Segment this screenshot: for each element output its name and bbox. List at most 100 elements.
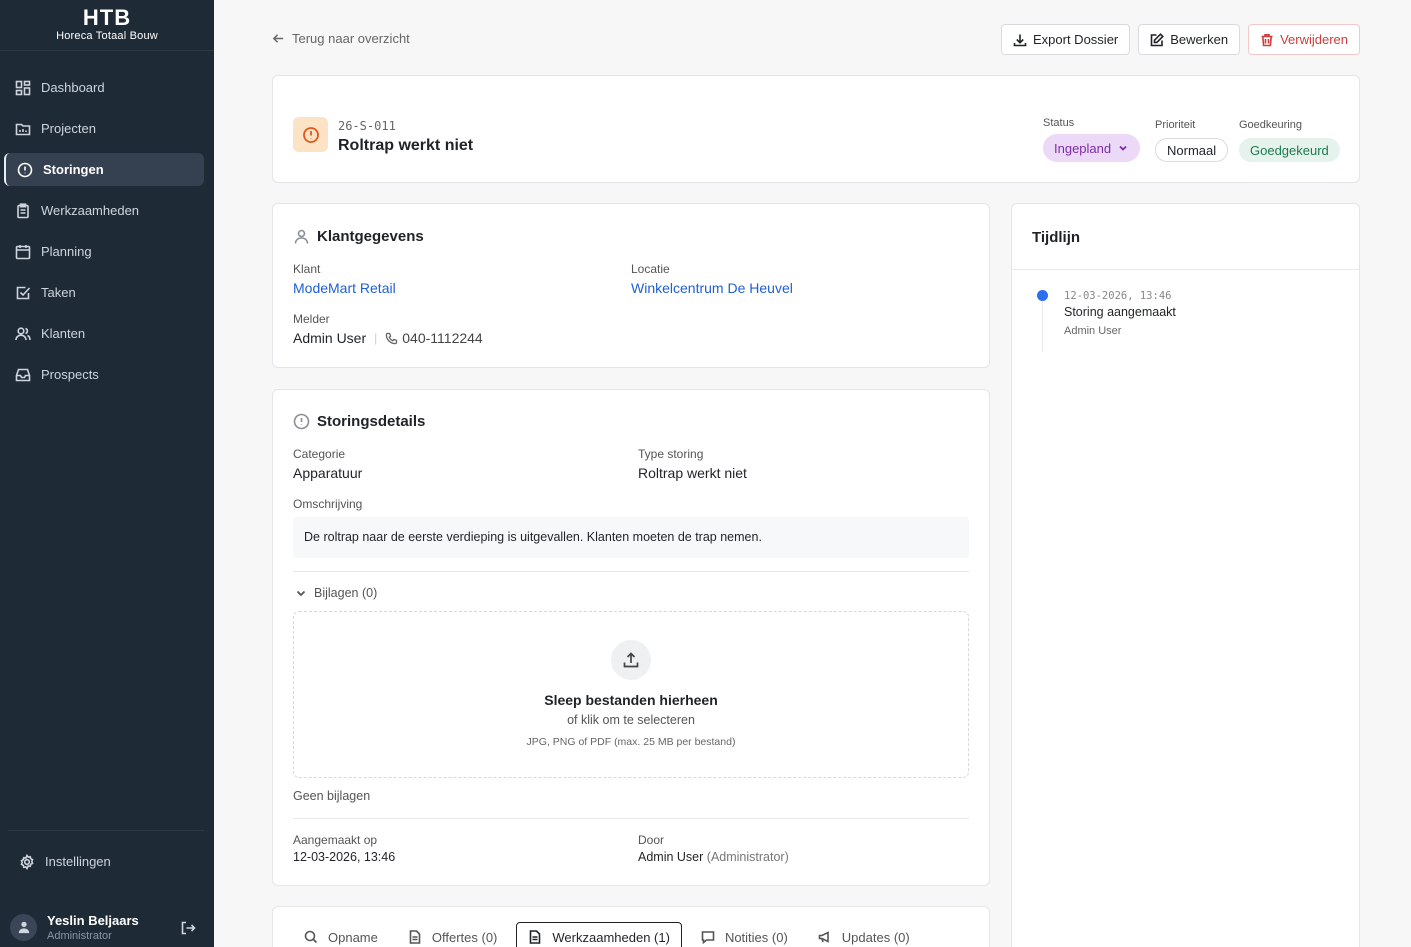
timeline-line	[1042, 292, 1043, 352]
melder-phone[interactable]: 040-1112244	[402, 330, 482, 346]
message-icon	[701, 931, 715, 944]
fault-details-title: Storingsdetails	[293, 413, 425, 430]
sidebar-item-label: Storingen	[43, 162, 104, 177]
created-by-role: (Administrator)	[706, 850, 789, 864]
locatie-link[interactable]: Winkelcentrum De Heuvel	[631, 280, 793, 296]
avatar[interactable]	[10, 913, 37, 941]
divider	[293, 818, 969, 819]
ticket-header: 26-S-011 Roltrap werkt niet Status Ingep…	[272, 75, 1360, 183]
locatie-label: Locatie	[631, 262, 670, 276]
status-label: Status	[1043, 117, 1075, 129]
created-by-value: Admin User (Administrator)	[638, 850, 789, 864]
dashboard-icon	[15, 80, 31, 95]
logout-icon[interactable]	[180, 920, 196, 936]
edit-button[interactable]: Bewerken	[1138, 24, 1241, 55]
created-field: Aangemaakt op 12-03-2026, 13:46	[293, 833, 395, 864]
alert-circle-icon	[17, 162, 33, 177]
customer-card-title: Klantgegevens	[293, 228, 424, 245]
dropzone-subtitle: of klik om te selecteren	[567, 713, 695, 727]
sidebar-item-label: Taken	[41, 285, 76, 300]
priority-badge: Normaal	[1155, 138, 1229, 162]
logo[interactable]: HTB Horeca Totaal Bouw	[0, 0, 214, 51]
sidebar-item-prospects[interactable]: Prospects	[4, 358, 204, 391]
status-dropdown[interactable]: Ingepland	[1043, 134, 1141, 162]
checkbox-icon	[16, 286, 31, 299]
main-nav: Dashboard Projecten Storingen Werkzaamhe…	[0, 51, 214, 391]
tabs-card: Opname Offertes (0) Werkzaamheden (1) No…	[272, 906, 990, 947]
user-icon	[294, 229, 309, 244]
user-role: Administrator	[47, 929, 112, 942]
status-value: Ingepland	[1054, 140, 1112, 156]
alert-circle-icon	[302, 126, 319, 143]
customer-card: Klantgegevens Klant ModeMart Retail Loca…	[272, 203, 990, 368]
tab-werkzaamheden[interactable]: Werkzaamheden (1)	[516, 922, 682, 947]
sidebar-item-werkzaamheden[interactable]: Werkzaamheden	[4, 194, 204, 227]
tab-label: Opname	[328, 929, 378, 945]
categorie-field: Categorie Apparatuur	[293, 447, 362, 481]
melder-field: Melder Admin User | 040-1112244	[293, 312, 483, 346]
sidebar-item-instellingen[interactable]: Instellingen	[8, 845, 194, 878]
trash-icon	[1261, 33, 1273, 46]
upload-icon-wrap	[611, 640, 651, 680]
timeline-card: Tijdlijn 12-03-2026, 13:46 Storing aange…	[1011, 203, 1360, 947]
sidebar-item-label: Werkzaamheden	[41, 203, 140, 218]
fault-details-card: Storingsdetails Categorie Apparatuur Typ…	[272, 389, 990, 886]
document-icon	[409, 930, 421, 944]
sidebar-item-dashboard[interactable]: Dashboard	[4, 71, 204, 104]
approval-group: Goedkeuring Goedgekeurd	[1239, 119, 1340, 162]
sidebar-item-taken[interactable]: Taken	[4, 276, 204, 309]
tab-opname[interactable]: Opname	[293, 922, 389, 947]
file-dropzone[interactable]: Sleep bestanden hierheen of klik om te s…	[293, 611, 969, 778]
dropzone-hint: JPG, PNG of PDF (max. 25 MB per bestand)	[526, 736, 736, 748]
sidebar-item-label: Prospects	[41, 367, 99, 382]
top-actions: Export Dossier Bewerken Verwijderen	[1001, 24, 1360, 55]
logo-mark: HTB	[82, 5, 132, 30]
separator: |	[374, 331, 378, 345]
sidebar-item-projecten[interactable]: Projecten	[4, 112, 204, 145]
omschrijving-label: Omschrijving	[293, 497, 363, 511]
sidebar-divider	[8, 830, 204, 831]
tab-updates[interactable]: Updates (0)	[807, 922, 921, 947]
warning-badge	[293, 117, 328, 152]
tab-notities[interactable]: Notities (0)	[690, 922, 799, 947]
tab-offertes[interactable]: Offertes (0)	[397, 922, 509, 947]
timeline-event-time: 12-03-2026, 13:46	[1064, 290, 1172, 302]
delete-button[interactable]: Verwijderen	[1248, 24, 1360, 55]
sidebar-item-label: Klanten	[41, 326, 86, 341]
timeline-event-user: Admin User	[1064, 325, 1122, 337]
status-group: Status Ingepland	[1043, 117, 1141, 162]
delete-label: Verwijderen	[1280, 32, 1348, 47]
sidebar-item-klanten[interactable]: Klanten	[4, 317, 204, 350]
sidebar-item-label: Dashboard	[41, 80, 105, 95]
edit-label: Bewerken	[1170, 32, 1229, 47]
melder-name: Admin User	[293, 330, 367, 346]
attachments-toggle-label: Bijlagen (0)	[314, 586, 378, 600]
attachments-toggle[interactable]: Bijlagen (0)	[295, 586, 377, 600]
no-attachments-text: Geen bijlagen	[293, 789, 371, 803]
back-link[interactable]: Terug naar overzicht	[272, 31, 410, 46]
export-dossier-label: Export Dossier	[1033, 32, 1119, 47]
klant-link[interactable]: ModeMart Retail	[293, 280, 396, 296]
sidebar-item-planning[interactable]: Planning	[4, 235, 204, 268]
approval-badge: Goedgekeurd	[1239, 138, 1340, 162]
locatie-field: Locatie Winkelcentrum De Heuvel	[631, 262, 793, 296]
calendar-icon	[15, 244, 31, 259]
export-dossier-button[interactable]: Export Dossier	[1001, 24, 1131, 55]
timeline-event-title: Storing aangemaakt	[1064, 305, 1176, 319]
melder-label: Melder	[293, 312, 330, 326]
tab-label: Werkzaamheden (1)	[552, 929, 670, 945]
created-by-label: Door	[638, 833, 665, 847]
klant-field: Klant ModeMart Retail	[293, 262, 396, 296]
categorie-label: Categorie	[293, 447, 346, 461]
sidebar-item-storingen[interactable]: Storingen	[4, 153, 204, 186]
search-icon	[304, 930, 318, 944]
created-label: Aangemaakt op	[293, 833, 378, 847]
melder-value: Admin User | 040-1112244	[293, 330, 483, 346]
priority-group: Prioriteit Normaal	[1155, 119, 1229, 162]
tab-label: Offertes (0)	[431, 929, 498, 945]
omschrijving-text: De roltrap naar de eerste verdieping is …	[293, 517, 969, 558]
megaphone-icon	[818, 931, 829, 943]
type-field: Type storing Roltrap werkt niet	[638, 447, 747, 481]
type-value: Roltrap werkt niet	[638, 465, 747, 481]
gear-icon	[20, 853, 34, 870]
